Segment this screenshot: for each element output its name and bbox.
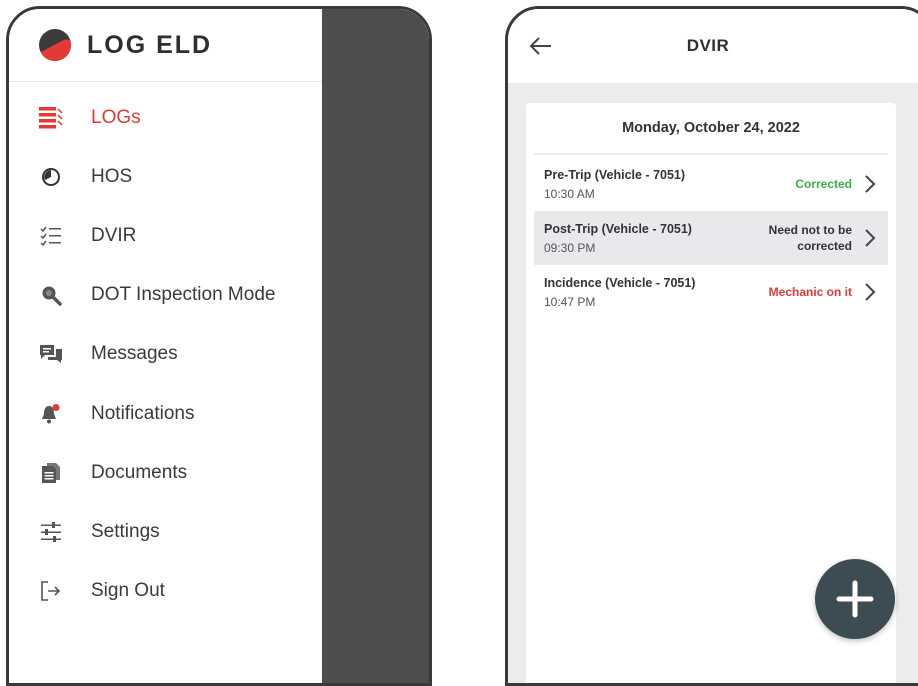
checklist-icon (37, 222, 65, 250)
row-info: Pre-Trip (Vehicle - 7051) 10:30 AM (544, 168, 795, 201)
chat-icon (37, 340, 65, 368)
menu-item-settings[interactable]: Settings (9, 502, 322, 561)
status-line-1: Need not to be (768, 223, 852, 237)
menu-item-hos[interactable]: HOS (9, 147, 322, 206)
navigation-drawer: LOG ELD LOGs HOS DVIR DOT Inspection Mod… (9, 9, 322, 683)
clock-icon (37, 163, 65, 191)
menu-label-dvir: DVIR (91, 224, 137, 246)
log-eld-logo-icon (39, 29, 71, 61)
status-line-2: corrected (797, 239, 852, 253)
page-title: DVIR (686, 36, 730, 55)
add-report-button[interactable] (815, 559, 895, 639)
report-date: Monday, October 24, 2022 (534, 103, 888, 155)
back-button[interactable] (526, 31, 556, 61)
chevron-right-icon (864, 228, 878, 248)
menu-label-hos: HOS (91, 165, 133, 187)
menu-item-dot-inspection[interactable]: DOT Inspection Mode (9, 266, 322, 325)
dvir-row-incidence[interactable]: Incidence (Vehicle - 7051) 10:47 PM Mech… (534, 265, 888, 319)
drawer-header: LOG ELD (9, 9, 322, 82)
chevron-right-icon (864, 174, 878, 194)
menu-label-settings: Settings (91, 520, 160, 542)
documents-icon (37, 459, 65, 487)
dvir-row-pre-trip[interactable]: Pre-Trip (Vehicle - 7051) 10:30 AM Corre… (534, 157, 888, 211)
row-title: Post-Trip (Vehicle - 7051) (544, 221, 692, 236)
status-corrected: Corrected (795, 177, 852, 191)
row-title: Pre-Trip (Vehicle - 7051) (544, 167, 686, 182)
app-bar: DVIR (508, 9, 918, 83)
menu-label-logs: LOGs (91, 106, 141, 128)
sliders-icon (37, 518, 65, 546)
menu-item-sign-out[interactable]: Sign Out (9, 562, 322, 621)
brand-name: LOG ELD (87, 30, 213, 59)
status-need-not-be-corrected: Need not to be corrected (769, 222, 852, 254)
bell-icon (37, 400, 65, 428)
row-info: Post-Trip (Vehicle - 7051) 09:30 PM (544, 222, 769, 255)
drawer-menu: LOGs HOS DVIR DOT Inspection Mode Messag… (9, 88, 322, 621)
row-time: 10:47 PM (544, 294, 596, 309)
menu-label-notifications: Notifications (91, 402, 195, 424)
logs-list-icon (37, 104, 65, 132)
sign-out-icon (37, 577, 65, 605)
menu-label-documents: Documents (91, 461, 188, 483)
menu-item-dvir[interactable]: DVIR (9, 206, 322, 265)
magnifier-icon (37, 281, 65, 309)
menu-label-messages: Messages (91, 343, 178, 365)
row-time: 10:30 AM (544, 186, 595, 201)
menu-label-sign-out: Sign Out (91, 580, 165, 602)
back-arrow-icon (529, 37, 551, 55)
row-title: Incidence (Vehicle - 7051) (544, 275, 696, 290)
dvir-row-post-trip[interactable]: Post-Trip (Vehicle - 7051) 09:30 PM Need… (534, 211, 888, 265)
drawer-scrim-overlay[interactable] (322, 9, 429, 683)
menu-item-documents[interactable]: Documents (9, 443, 322, 502)
menu-item-notifications[interactable]: Notifications (9, 384, 322, 443)
right-phone-frame: DVIR Monday, October 24, 2022 Pre-Trip (… (505, 6, 918, 686)
menu-label-dot-inspection: DOT Inspection Mode (91, 284, 276, 306)
row-time: 09:30 PM (544, 240, 596, 255)
menu-item-messages[interactable]: Messages (9, 325, 322, 384)
plus-icon (836, 580, 874, 618)
status-mechanic-on-it: Mechanic on it (768, 285, 852, 299)
menu-item-logs[interactable]: LOGs (9, 88, 322, 147)
chevron-right-icon (864, 282, 878, 302)
row-info: Incidence (Vehicle - 7051) 10:47 PM (544, 276, 769, 309)
left-phone-frame: LOG ELD LOGs HOS DVIR DOT Inspection Mod… (6, 6, 432, 686)
